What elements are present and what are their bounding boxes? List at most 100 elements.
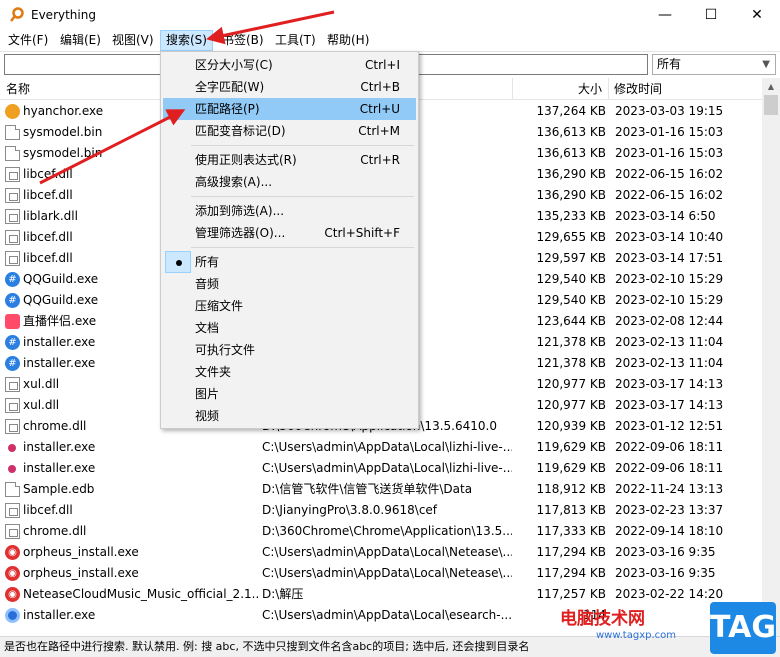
dropdown-item[interactable]: 文档 [163, 317, 416, 339]
everything-app-icon [10, 7, 24, 22]
dll-icon [5, 524, 20, 539]
menu-separator [191, 196, 414, 197]
live-icon [5, 314, 20, 329]
dropdown-item[interactable]: 管理筛选器(O)... Ctrl+Shift+F [163, 222, 416, 244]
netease-icon: ◉ [5, 566, 20, 581]
file-size: 136,613 KB [536, 146, 606, 160]
file-modified: 2023-02-10 15:29 [615, 272, 724, 286]
table-row[interactable]: chrome.dll D:\360Chrome\Chrome\Applicatio… [0, 521, 762, 542]
file-name: installer.exe [23, 608, 96, 622]
file-size: 120,939 KB [536, 419, 606, 433]
dropdown-item[interactable]: 视频 [163, 405, 416, 427]
file-modified: 2023-03-14 10:40 [615, 230, 724, 244]
dropdown-item-label: 区分大小写(C) [195, 58, 273, 72]
dot-icon [8, 465, 16, 473]
title-bar: Everything — ☐ ✕ [0, 0, 780, 30]
dropdown-item[interactable]: 所有 [163, 251, 416, 273]
file-modified: 2023-02-13 11:04 [615, 335, 724, 349]
dropdown-item-label: 视频 [195, 409, 220, 423]
file-size: 123,644 KB [536, 314, 606, 328]
file-size: 136,290 KB [536, 188, 606, 202]
dropdown-item[interactable]: 音频 [163, 273, 416, 295]
bullet-icon [176, 260, 182, 266]
menu-search[interactable]: 搜索(S) [160, 30, 213, 51]
dropdown-item-shortcut: Ctrl+R [360, 153, 400, 167]
filter-select[interactable]: 所有 ▼ [652, 54, 776, 75]
qq-icon: # [5, 356, 20, 371]
dropdown-item[interactable]: 文件夹 [163, 361, 416, 383]
table-row[interactable]: ◉ orpheus_install.exe C:\Users\admin\AppDa… [0, 563, 762, 584]
dropdown-item-label: 匹配路径(P) [195, 102, 260, 116]
menu-view[interactable]: 视图(V) [107, 30, 159, 51]
file-modified: 2023-01-16 15:03 [615, 146, 724, 160]
file-name: installer.exe [23, 461, 96, 475]
menu-bookmarks[interactable]: 书签(B) [217, 30, 269, 51]
dll-icon [5, 188, 20, 203]
file-size: 117,813 KB [536, 503, 606, 517]
menu-tools[interactable]: 工具(T) [270, 30, 321, 51]
file-size: 129,540 KB [536, 272, 606, 286]
file-modified: 2022-09-06 18:11 [615, 440, 724, 454]
file-modified: 2022-06-15 16:02 [615, 167, 724, 181]
dropdown-item[interactable]: 全字匹配(W) Ctrl+B [163, 76, 416, 98]
scroll-up-icon[interactable]: ▲ [762, 78, 780, 95]
column-size-header[interactable]: 大小 [578, 78, 602, 100]
table-row[interactable]: ◉ orpheus_install.exe C:\Users\admin\AppDa… [0, 542, 762, 563]
file-size: 119,629 KB [536, 440, 606, 454]
dropdown-item[interactable]: 高级搜索(A)... [163, 171, 416, 193]
table-row[interactable]: Sample.edb D:\信管飞软件\信管飞送货单软件\Data 118,912 … [0, 479, 762, 500]
dropdown-item[interactable]: 压缩文件 [163, 295, 416, 317]
menu-edit[interactable]: 编辑(E) [55, 30, 106, 51]
minimize-button[interactable]: — [642, 0, 688, 30]
dll-icon [5, 167, 20, 182]
dll-icon [5, 377, 20, 392]
file-path: D:\360Chrome\Chrome\Application\13.5... [262, 524, 512, 538]
file-icon [5, 146, 20, 161]
table-row[interactable]: libcef.dll D:\JianyingPro\3.8.0.9618\cef 1… [0, 500, 762, 521]
file-size: 129,655 KB [536, 230, 606, 244]
dll-icon [5, 419, 20, 434]
menu-file[interactable]: 文件(F) [3, 30, 53, 51]
netease-icon: ◉ [5, 587, 20, 602]
dropdown-item-label: 匹配变音标记(D) [195, 124, 286, 138]
vertical-scrollbar[interactable]: ▲ [762, 78, 780, 636]
dropdown-item-label: 使用正则表达式(R) [195, 153, 297, 167]
dropdown-item-shortcut: Ctrl+Shift+F [324, 226, 400, 240]
dropdown-item-label: 管理筛选器(O)... [195, 226, 286, 240]
file-path: C:\Users\admin\AppData\Local\Netease\... [262, 545, 512, 559]
column-modified-header[interactable]: 修改时间 [614, 78, 662, 100]
qq-icon: # [5, 272, 20, 287]
dll-icon [5, 251, 20, 266]
dropdown-item-label: 文件夹 [195, 365, 232, 379]
dropdown-item[interactable]: 匹配路径(P) Ctrl+U [163, 98, 416, 120]
column-divider[interactable] [512, 78, 513, 100]
menu-separator [191, 247, 414, 248]
menu-help[interactable]: 帮助(H) [322, 30, 374, 51]
dropdown-item[interactable]: 区分大小写(C) Ctrl+I [163, 54, 416, 76]
table-row[interactable]: installer.exe C:\Users\admin\AppData\Loca… [0, 437, 762, 458]
dropdown-item[interactable]: 可执行文件 [163, 339, 416, 361]
search-dropdown-menu: 区分大小写(C) Ctrl+I 全字匹配(W) Ctrl+B 匹配路径(P) Ctrl+U… [160, 51, 419, 429]
column-divider[interactable] [608, 78, 609, 100]
dropdown-item-label: 全字匹配(W) [195, 80, 265, 94]
file-size: 121,378 KB [536, 335, 606, 349]
dropdown-item[interactable]: 匹配变音标记(D) Ctrl+M [163, 120, 416, 142]
maximize-button[interactable]: ☐ [688, 0, 734, 30]
file-name: chrome.dll [23, 524, 87, 538]
dropdown-item-shortcut: Ctrl+I [365, 58, 400, 72]
column-name-header[interactable]: 名称 [6, 78, 30, 100]
dropdown-item-label: 所有 [195, 255, 220, 269]
file-modified: 2022-06-15 16:02 [615, 188, 724, 202]
close-button[interactable]: ✕ [734, 0, 780, 30]
table-row[interactable]: installer.exe C:\Users\admin\AppData\Loca… [0, 458, 762, 479]
dropdown-item[interactable]: 图片 [163, 383, 416, 405]
scrollbar-thumb[interactable] [764, 95, 778, 115]
file-name: NeteaseCloudMusic_Music_official_2.1... [23, 587, 258, 601]
dropdown-item[interactable]: 使用正则表达式(R) Ctrl+R [163, 149, 416, 171]
dropdown-item-label: 可执行文件 [195, 343, 256, 357]
chevron-down-icon: ▼ [762, 59, 770, 70]
file-modified: 2023-01-12 12:51 [615, 419, 724, 433]
dropdown-item[interactable]: 添加到筛选(A)... [163, 200, 416, 222]
esearch-icon [5, 608, 20, 623]
radio-check-icon [165, 251, 191, 273]
